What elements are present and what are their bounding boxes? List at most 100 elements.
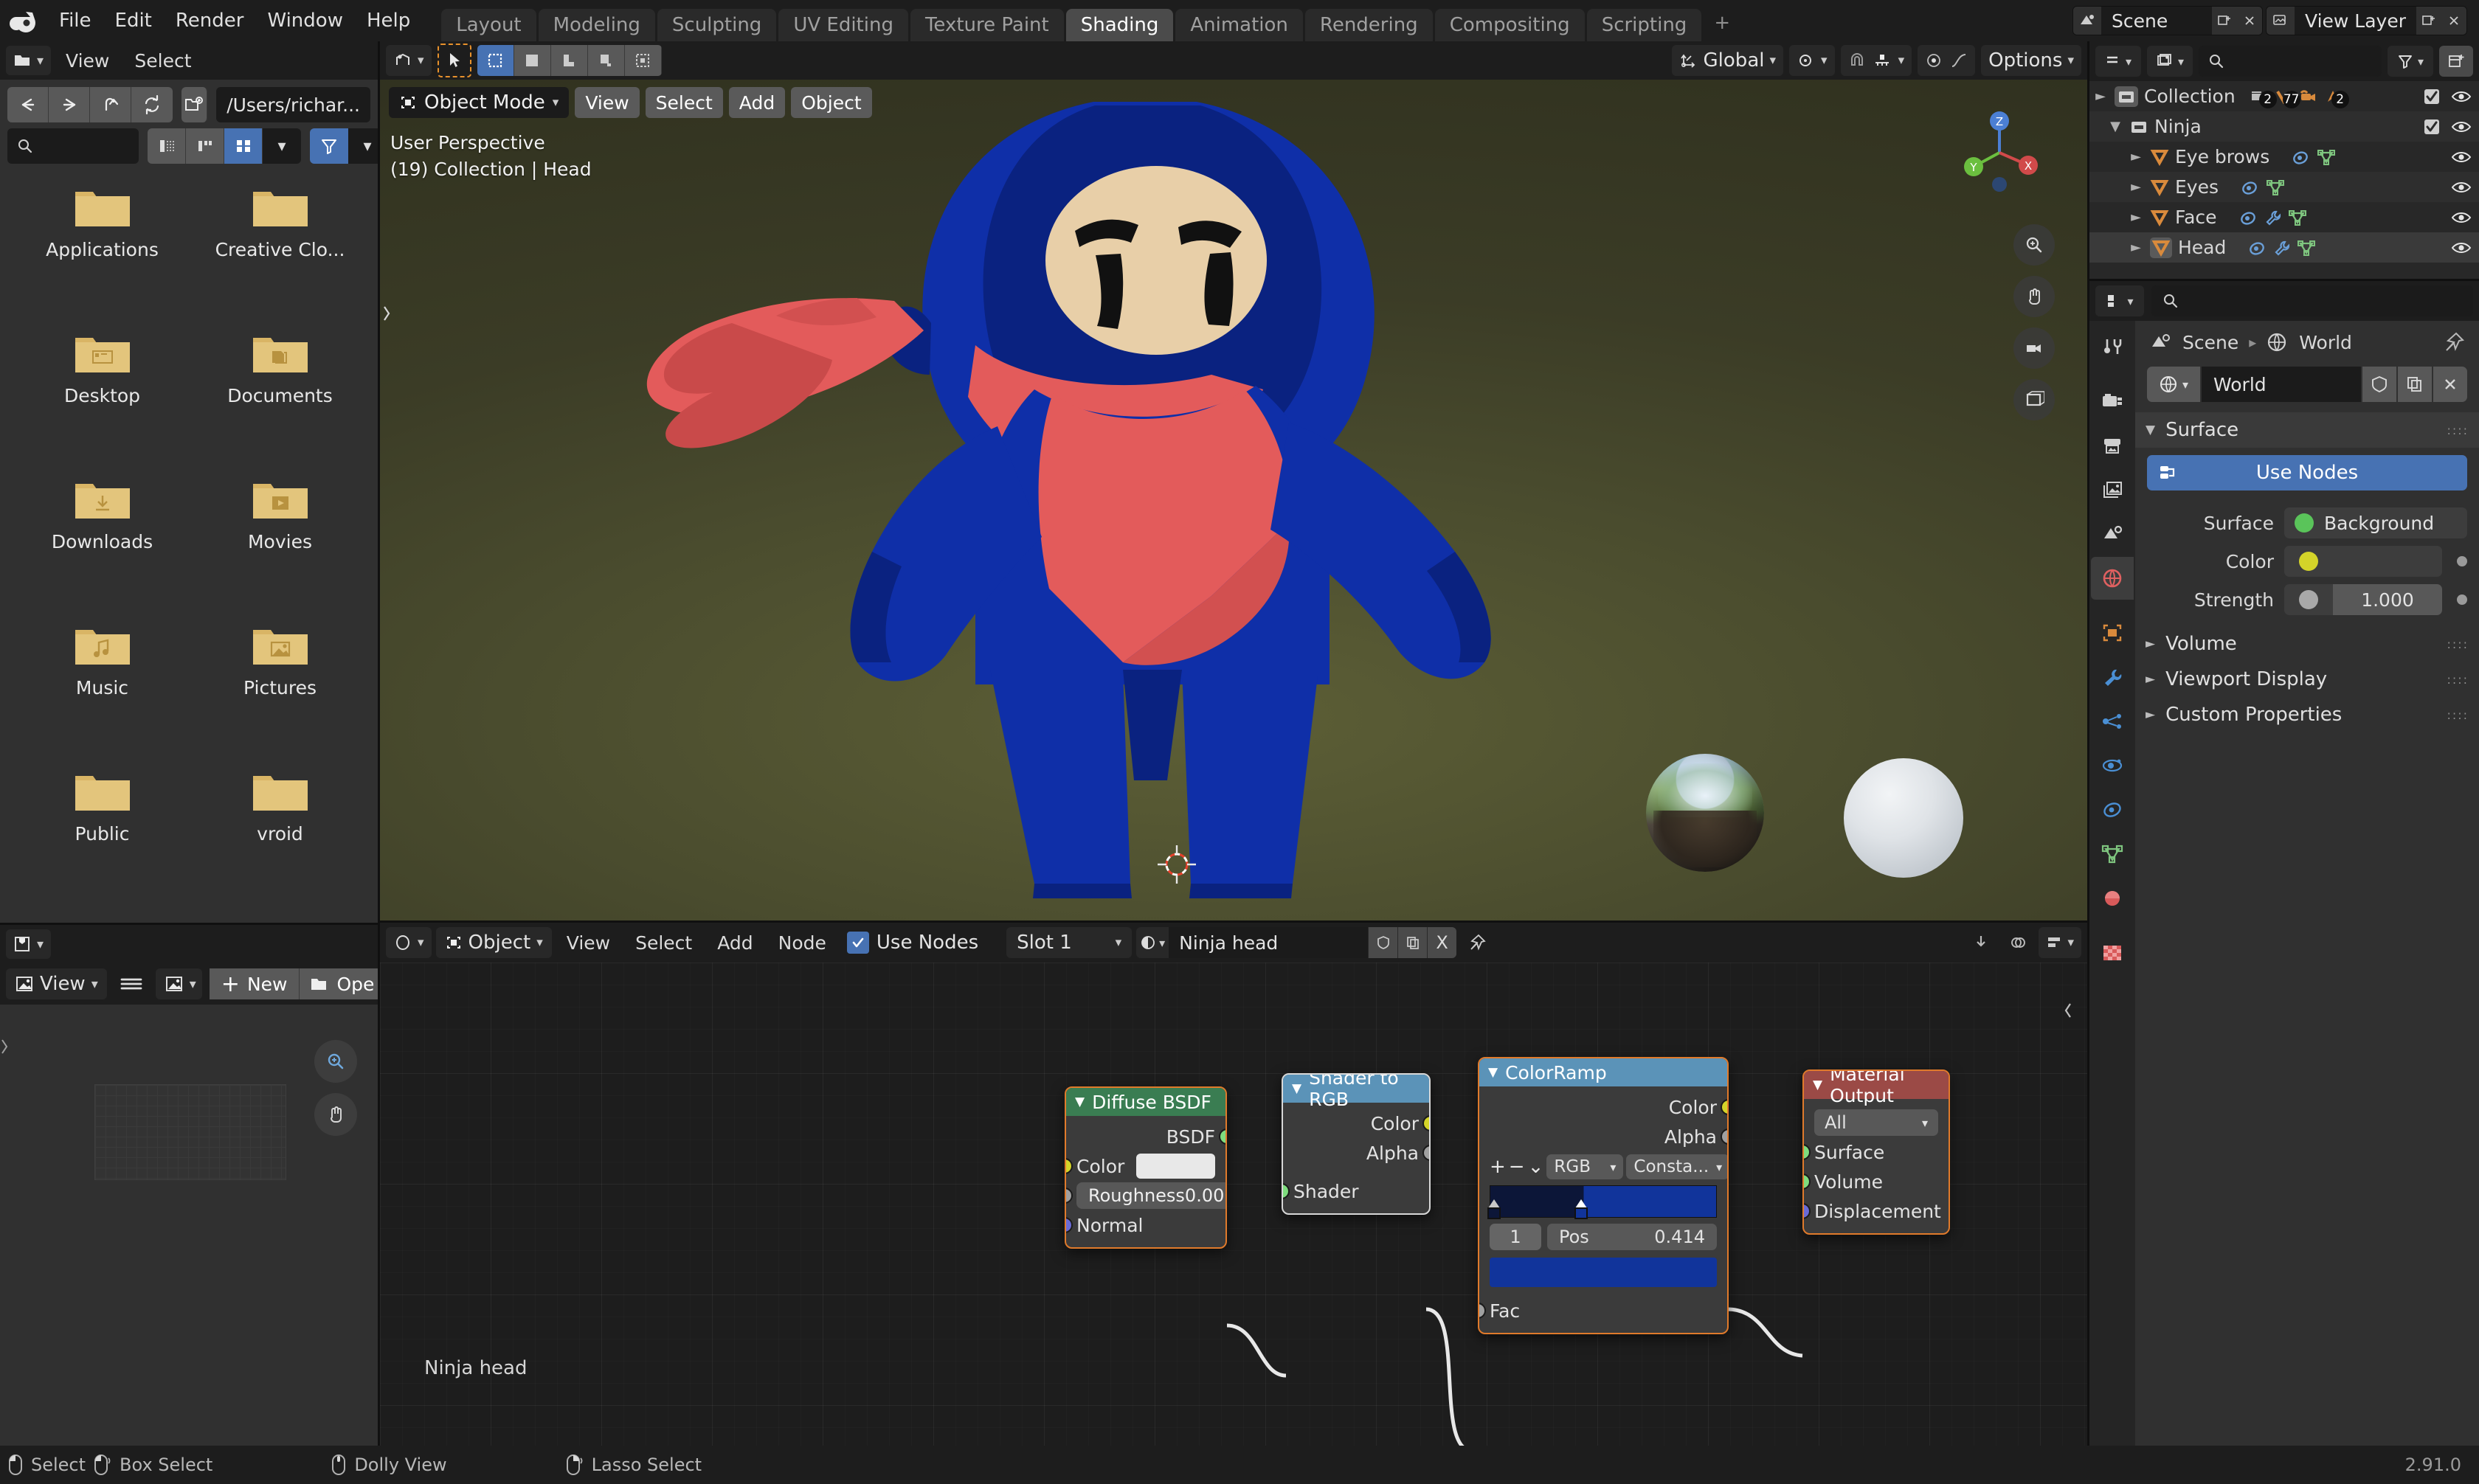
properties-tab-render[interactable] [2091, 380, 2134, 423]
node-diffuse-bsdf[interactable]: ▼ Diffuse BSDF BSDF Color Roughness 0.00… [1065, 1086, 1227, 1249]
animate-property-icon[interactable] [2457, 594, 2467, 605]
shader-menu-select[interactable]: Select [625, 931, 702, 955]
new-image-button[interactable]: + New [209, 968, 300, 999]
color-swatch[interactable] [1136, 1154, 1215, 1179]
properties-tab-output[interactable] [2091, 424, 2134, 467]
hamburger-icon[interactable] [114, 975, 148, 993]
output-target-selector[interactable]: All ▾ [1814, 1109, 1938, 1136]
ramp-menu-button[interactable]: ⌄ [1528, 1154, 1544, 1179]
file-browser-editor-type-icon[interactable]: ▾ [6, 46, 52, 75]
world-globe-icon[interactable]: ▾ [2147, 367, 2200, 402]
pan-viewport-icon[interactable] [2013, 276, 2055, 317]
snap-controls[interactable]: ▾ [1840, 45, 1912, 76]
new-scene-icon[interactable] [2212, 7, 2238, 35]
node-output-color[interactable]: Color [1479, 1092, 1727, 1122]
input-socket-volume[interactable] [1804, 1173, 1811, 1190]
scene-selector[interactable]: Scene [2072, 6, 2264, 35]
color-swatch[interactable] [2333, 546, 2442, 577]
panel-grip-icon[interactable]: :::: [2447, 637, 2469, 651]
menu-render[interactable]: Render [164, 7, 256, 35]
viewport-sidebar-handle[interactable] [381, 301, 393, 326]
filter-icon[interactable]: ▾ [2388, 46, 2433, 77]
strength-value[interactable]: 1.000 [2333, 584, 2442, 615]
panel-volume[interactable]: ► Volume :::: [2135, 626, 2479, 662]
node-material-output[interactable]: ▼ Material Output All ▾ Surface Volume D… [1802, 1069, 1950, 1235]
properties-tab-modifier[interactable] [2091, 656, 2134, 698]
eye-icon[interactable] [2451, 180, 2472, 195]
workspace-tab-shading[interactable]: Shading [1065, 9, 1174, 41]
workspace-tab-uv-editing[interactable]: UV Editing [778, 9, 908, 41]
menu-window[interactable]: Window [255, 7, 355, 35]
add-workspace-button[interactable]: + [1704, 4, 1740, 41]
output-socket-color[interactable] [1721, 1099, 1727, 1115]
chevron-right-icon[interactable]: ► [2128, 209, 2144, 225]
node-shader-to-rgb[interactable]: ▼ Shader to RGB Color Alpha Shader [1282, 1073, 1431, 1215]
output-socket-color[interactable] [1422, 1115, 1429, 1131]
viewport-menu-add[interactable]: Add [728, 87, 786, 118]
arrow-left-icon[interactable] [7, 87, 49, 122]
file-search-input[interactable] [7, 128, 139, 164]
outliner-row-eyes[interactable]: ► Eyes [2089, 172, 2479, 202]
unlink-scene-icon[interactable] [2237, 7, 2263, 35]
shader-editor-type-icon[interactable]: ▾ [386, 927, 432, 958]
file-item[interactable]: Movies [191, 478, 369, 624]
workspace-tab-layout[interactable]: Layout [441, 9, 536, 41]
node-output-color[interactable]: Color [1283, 1109, 1429, 1138]
eye-icon[interactable] [2451, 119, 2472, 134]
viewport-menu-object[interactable]: Object [791, 87, 872, 118]
ramp-stop-active[interactable] [1573, 1198, 1589, 1220]
select-tweak-icon[interactable] [514, 45, 551, 76]
viewport-editor-type-icon[interactable]: ▾ [386, 45, 432, 76]
id-type-icon[interactable]: ▾ [2147, 46, 2193, 77]
file-item[interactable]: Public [13, 770, 191, 916]
menu-file[interactable]: File [47, 7, 103, 35]
snap-node-icon[interactable] [1965, 934, 1997, 951]
stop-position-field[interactable]: Pos 0.414 [1547, 1224, 1717, 1250]
file-item[interactable]: Documents [191, 332, 369, 478]
workspace-tab-animation[interactable]: Animation [1175, 9, 1303, 41]
vertical-list-icon[interactable] [148, 128, 186, 164]
panel-custom-properties[interactable]: ► Custom Properties :::: [2135, 697, 2479, 732]
panel-grip-icon[interactable]: :::: [2447, 708, 2469, 722]
eye-icon[interactable] [2451, 240, 2472, 255]
node-color-ramp[interactable]: ▼ ColorRamp Color Alpha + − ⌄ RGB ▾ Cons… [1478, 1057, 1729, 1334]
shader-menu-add[interactable]: Add [707, 931, 763, 955]
roughness-field[interactable]: Roughness 0.000 [1076, 1182, 1225, 1209]
ramp-stop[interactable] [1486, 1198, 1502, 1220]
properties-tab-texture[interactable] [2091, 932, 2134, 974]
file-item[interactable]: vroid [191, 770, 369, 916]
workspace-tab-scripting[interactable]: Scripting [1586, 9, 1702, 41]
node-sidebar-handle[interactable] [2062, 998, 2074, 1023]
zoom-icon[interactable] [314, 1040, 357, 1083]
toggle-ortho-icon[interactable] [2013, 379, 2055, 420]
workspace-tab-compositing[interactable]: Compositing [1434, 9, 1585, 41]
pivot-point-selector[interactable]: ▾ [1789, 45, 1835, 76]
output-socket-alpha[interactable] [1721, 1128, 1727, 1145]
eye-icon[interactable] [2451, 210, 2472, 225]
node-header[interactable]: ▼ ColorRamp [1479, 1058, 1727, 1086]
horizontal-list-icon[interactable] [186, 128, 224, 164]
chevron-right-icon[interactable]: ► [2128, 240, 2144, 255]
transform-orientation-selector[interactable]: Global ▾ [1671, 45, 1784, 76]
stop-color-swatch[interactable] [1490, 1258, 1717, 1287]
new-collection-icon[interactable] [2439, 46, 2473, 77]
material-datablock[interactable]: ▾ Ninja head X [1136, 927, 1457, 958]
use-nodes-checkbox[interactable]: Use Nodes [841, 932, 984, 954]
add-stop-button[interactable]: + [1490, 1154, 1506, 1179]
workspace-tab-sculpting[interactable]: Sculpting [657, 9, 777, 41]
shader-menu-node[interactable]: Node [768, 931, 837, 955]
eye-icon[interactable] [2451, 150, 2472, 164]
select-box-icon[interactable] [477, 45, 514, 76]
viewport-scene[interactable]: Object Mode ▾ View Select Add Object Use… [380, 80, 2087, 920]
shield-icon[interactable] [1368, 927, 1398, 958]
outliner-row-face[interactable]: ► Face [2089, 202, 2479, 232]
object-mode-selector[interactable]: Object Mode ▾ [389, 87, 570, 118]
properties-tab-object[interactable] [2091, 611, 2134, 654]
node-output-alpha[interactable]: Alpha [1283, 1138, 1429, 1168]
cursor-tool-icon[interactable] [437, 44, 471, 77]
display-options-chevron-icon[interactable]: ▾ [263, 128, 301, 164]
input-socket-shader[interactable] [1283, 1183, 1290, 1199]
color-socket-icon[interactable] [2284, 546, 2333, 577]
node-overlay-icon[interactable] [2002, 934, 2034, 951]
workspace-tab-rendering[interactable]: Rendering [1304, 9, 1433, 41]
